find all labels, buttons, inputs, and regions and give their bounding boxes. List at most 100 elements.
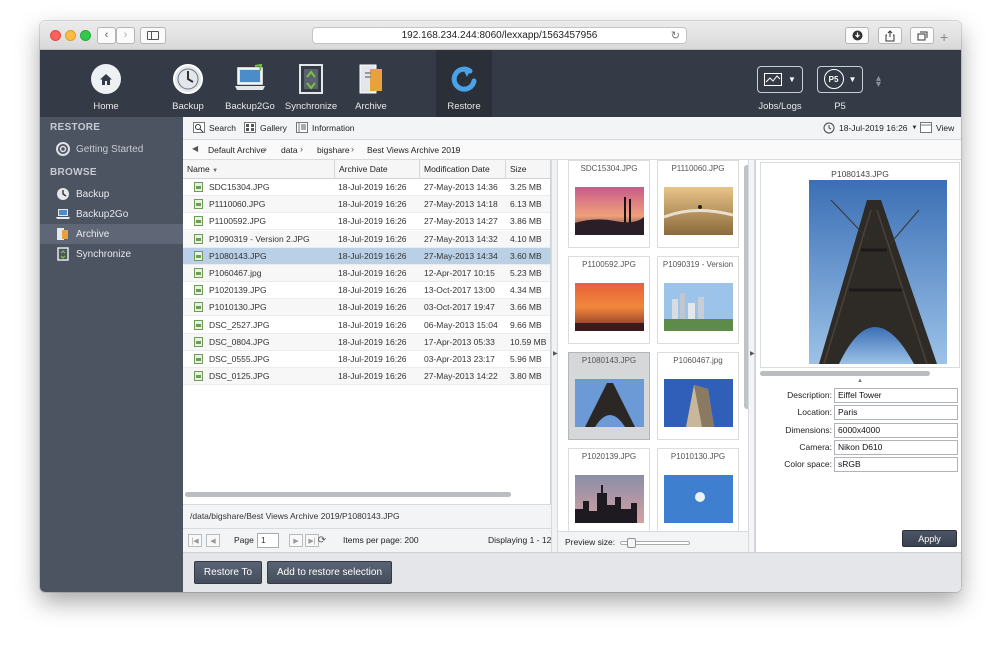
toolbar-synchronize[interactable]: Synchronize xyxy=(285,50,337,117)
sidebar-toggle-button[interactable] xyxy=(140,27,166,44)
column-header-archive-date[interactable]: Archive Date xyxy=(335,160,420,179)
gallery-button[interactable]: Gallery xyxy=(244,122,287,133)
table-row[interactable]: P1010130.JPG 18-Jul-2019 16:26 03-Oct-2017… xyxy=(183,299,550,317)
archive-icon xyxy=(56,227,70,241)
preview-horizontal-scrollbar[interactable] xyxy=(760,371,930,376)
table-row[interactable]: P1080143.JPG 18-Jul-2019 16:26 27-May-2013… xyxy=(183,247,550,265)
thumbnail-image xyxy=(664,283,733,331)
toolbar-jobs-logs[interactable]: ▼ Jobs/Logs xyxy=(757,50,803,117)
preview-size-label: Preview size: xyxy=(565,537,616,547)
tabs-icon xyxy=(917,31,927,40)
snapshot-date-dropdown[interactable]: 18-Jul-2019 16:26 ▼ xyxy=(823,122,917,134)
column-header-size[interactable]: Size xyxy=(506,160,550,179)
preview-size-slider[interactable] xyxy=(620,538,690,548)
back-button[interactable]: ‹ xyxy=(97,27,116,44)
slider-handle[interactable] xyxy=(627,538,636,548)
metadata-field[interactable]: 6000x4000 xyxy=(834,422,958,438)
search-button[interactable]: Search xyxy=(193,122,236,133)
restore-to-button[interactable]: Restore To xyxy=(194,561,262,584)
table-row[interactable]: DSC_0555.JPG 18-Jul-2019 16:26 03-Apr-2013… xyxy=(183,351,550,368)
refresh-button[interactable]: ⟳ xyxy=(315,534,329,547)
table-row[interactable]: P1020139.JPG 18-Jul-2019 16:26 13-Oct-2017… xyxy=(183,282,550,300)
toolbar-home[interactable]: Home xyxy=(86,50,126,117)
sidebar-item-synchronize[interactable]: Synchronize xyxy=(40,244,183,264)
zoom-window-button[interactable] xyxy=(80,30,91,41)
table-cell-modified: 27-May-2013 14:27 xyxy=(424,216,498,227)
column-header-modification-date[interactable]: Modification Date xyxy=(420,160,506,179)
forward-button[interactable]: › xyxy=(116,27,135,44)
table-cell-archive: 18-Jul-2019 16:26 xyxy=(338,268,407,278)
metadata-field[interactable]: Nikon D610 xyxy=(834,439,958,455)
toolbar-backup2go[interactable]: Backup2Go xyxy=(223,50,277,117)
metadata-field[interactable]: Eiffel Tower xyxy=(834,388,958,403)
table-row[interactable]: P1110060.JPG 18-Jul-2019 16:26 27-May-2013… xyxy=(183,196,550,214)
sidebar-item-backup[interactable]: Backup xyxy=(40,184,183,204)
thumbnail-image xyxy=(664,475,733,523)
thumbnail[interactable]: P1010130.JPG xyxy=(657,448,739,536)
close-window-button[interactable] xyxy=(50,30,61,41)
thumbnail[interactable]: P1020139.JPG xyxy=(568,448,650,536)
table-cell-size: 3.86 MB xyxy=(510,216,542,227)
toolbar-p5[interactable]: P5 ▼ P5 xyxy=(817,50,863,117)
table-cell-archive: 18-Jul-2019 16:26 xyxy=(338,336,407,347)
table-splitter[interactable]: ▶ xyxy=(551,160,558,552)
breadcrumb-item[interactable]: Default Archive xyxy=(208,145,265,155)
information-button[interactable]: Information xyxy=(296,122,355,133)
breadcrumb-item[interactable]: Best Views Archive 2019 xyxy=(367,145,460,155)
minimize-window-button[interactable] xyxy=(65,30,76,41)
table-row[interactable]: P1090319 - Version 2.JPG 18-Jul-2019 16:2… xyxy=(183,230,550,248)
page-input[interactable]: 1 xyxy=(257,533,279,548)
breadcrumb-item[interactable]: data xyxy=(281,145,298,155)
breadcrumb-item[interactable]: bigshare xyxy=(317,145,350,155)
table-cell-name: P1020139.JPG xyxy=(209,285,267,296)
table-row[interactable]: DSC_0804.JPG 18-Jul-2019 16:26 17-Apr-2013… xyxy=(183,333,550,351)
toolbar-home-label: Home xyxy=(93,101,119,112)
first-page-button[interactable]: |◀ xyxy=(188,534,202,547)
thumbnail[interactable]: SDC15304.JPG xyxy=(568,160,650,248)
thumbnail[interactable]: P1110060.JPG xyxy=(657,160,739,248)
sidebar-item-backup2go[interactable]: Backup2Go xyxy=(40,204,183,224)
table-cell-modified: 27-May-2013 14:36 xyxy=(424,182,498,192)
address-bar[interactable]: 192.168.234.244:8060/lexxapp/1563457956 … xyxy=(312,27,687,44)
show-tabs-button[interactable] xyxy=(910,27,934,44)
table-row[interactable]: DSC_0125.JPG 18-Jul-2019 16:26 27-May-2013… xyxy=(183,368,550,386)
breadcrumb-back-icon[interactable]: ◀ xyxy=(192,144,198,153)
metadata-field[interactable]: sRGB xyxy=(834,457,958,473)
next-page-button[interactable]: ▶ xyxy=(289,534,303,547)
chevron-left-icon: ‹ xyxy=(104,29,109,41)
share-button[interactable] xyxy=(878,27,902,44)
add-to-restore-selection-button[interactable]: Add to restore selection xyxy=(267,561,392,584)
preview-panel: P1080143.JPG ▲ Description: Eiffel Tower L… xyxy=(755,160,961,552)
thumbnail[interactable]: P1080143.JPG xyxy=(568,352,650,440)
toolbar-overflow-icon[interactable]: ▴ ▾ xyxy=(876,74,881,90)
table-row[interactable]: DSC_2527.JPG 18-Jul-2019 16:26 06-May-2013… xyxy=(183,317,550,334)
sidebar-item-getting-started[interactable]: Getting Started xyxy=(40,139,183,159)
view-button[interactable]: View xyxy=(920,122,954,133)
table-cell-name: DSC_2527.JPG xyxy=(209,319,270,330)
table-row[interactable]: P1060467.jpg 18-Jul-2019 16:26 12-Apr-2017… xyxy=(183,265,550,282)
toolbar-restore[interactable]: Restore xyxy=(436,50,492,117)
chevron-down-icon: ▼ xyxy=(848,74,857,84)
page-label: Page xyxy=(234,535,254,545)
table-cell-size: 10.59 MB xyxy=(510,336,547,347)
toolbar-archive[interactable]: Archive xyxy=(351,50,391,117)
reload-icon[interactable]: ↻ xyxy=(671,29,680,42)
metadata-field[interactable]: Paris xyxy=(834,405,958,421)
column-header-name[interactable]: Name ▼ xyxy=(183,160,335,179)
sidebar-item-archive[interactable]: Archive xyxy=(40,224,183,244)
apply-button[interactable]: Apply xyxy=(902,530,957,547)
thumbnail[interactable]: P1060467.jpg xyxy=(657,352,739,440)
new-tab-icon[interactable]: + xyxy=(940,29,948,45)
horizontal-scrollbar[interactable] xyxy=(185,492,511,497)
table-cell-size: 5.96 MB xyxy=(510,354,542,364)
thumbnail[interactable]: P1090319 - Version xyxy=(657,256,739,344)
table-row[interactable]: SDC15304.JPG 18-Jul-2019 16:26 27-May-2013… xyxy=(183,179,550,196)
previous-page-button[interactable]: ◀ xyxy=(206,534,220,547)
preview-splitter[interactable]: ▶ xyxy=(748,160,755,552)
table-row[interactable]: P1100592.JPG 18-Jul-2019 16:26 27-May-2013… xyxy=(183,213,550,231)
splitter-up-icon[interactable]: ▲ xyxy=(857,378,863,384)
view-icon xyxy=(920,122,932,133)
downloads-button[interactable] xyxy=(845,27,869,44)
thumbnail[interactable]: P1100592.JPG xyxy=(568,256,650,344)
toolbar-backup[interactable]: Backup xyxy=(168,50,208,117)
